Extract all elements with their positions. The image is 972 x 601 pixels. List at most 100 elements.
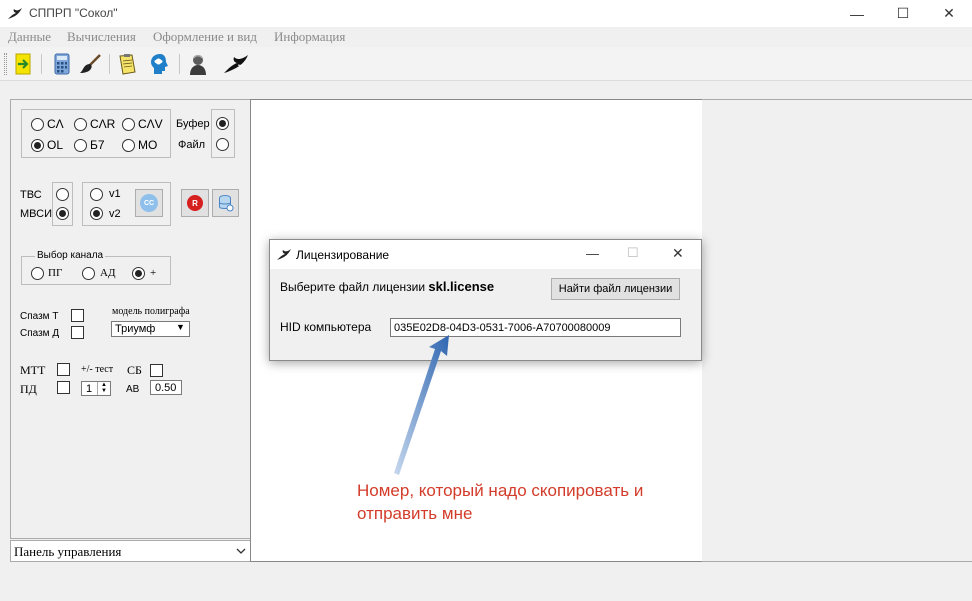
version-label-v2: v2 — [109, 208, 121, 220]
source-radio-file[interactable] — [216, 138, 229, 151]
exit-arrow-icon[interactable] — [12, 51, 36, 76]
pd-label: ПД — [20, 382, 37, 396]
database-button[interactable] — [212, 189, 239, 217]
license-file-name: skl.license — [428, 279, 495, 294]
version-radio-v1[interactable] — [90, 188, 103, 201]
dialog-title-bar: Лицензирование — ☐ ✕ — [270, 240, 701, 269]
window-title-bar: СППРП "Сокол" — ☐ ✕ — [0, 0, 972, 27]
mode-label-b7: Б7 — [90, 138, 105, 152]
brush-icon[interactable] — [79, 51, 103, 76]
toolbar-separator — [109, 54, 110, 74]
menu-calculations[interactable]: Вычисления — [67, 29, 136, 45]
panel-select-value: Панель управления — [14, 544, 122, 559]
version-radio-v2[interactable] — [90, 207, 103, 220]
toolbar-separator — [179, 54, 180, 74]
close-button[interactable]: ✕ — [926, 0, 972, 27]
source-radio-buffer[interactable] — [216, 117, 229, 130]
menu-information[interactable]: Информация — [274, 29, 345, 45]
method-label-tvs: ТВС — [20, 189, 42, 201]
hid-label: HID компьютера — [280, 320, 372, 334]
poly-model-value: Триумф — [115, 323, 156, 335]
mode-label-clr: CΛR — [90, 117, 116, 131]
mode-label-ol: OL — [47, 138, 64, 152]
channel-label-plus: + — [150, 267, 157, 279]
mtt-label: МТТ — [20, 363, 46, 377]
calculator-icon[interactable] — [50, 51, 74, 76]
ab-input[interactable]: 0.50 — [150, 380, 182, 395]
test-label: +/- тест — [81, 364, 114, 375]
mode-radio-clv[interactable] — [122, 118, 135, 131]
dialog-minimize-button[interactable]: — — [586, 246, 599, 261]
dialog-title: Лицензирование — [296, 248, 390, 262]
channel-label-pg: ПГ — [48, 267, 63, 279]
ab-value: 0.50 — [155, 382, 177, 394]
annotation-note: Номер, который надо скопировать и отправ… — [357, 479, 643, 525]
falcon-icon[interactable] — [222, 51, 250, 76]
find-license-button[interactable]: Найти файл лицензии — [551, 278, 680, 300]
stepper-arrows[interactable]: ▲ ▼ — [97, 382, 110, 395]
falcon-logo-icon — [8, 8, 22, 19]
mode-radio-clr[interactable] — [74, 118, 87, 131]
toolbar-grip — [4, 53, 7, 75]
sb-checkbox[interactable] — [150, 364, 163, 377]
source-label-buffer: Буфер — [176, 118, 210, 130]
minimize-button[interactable]: — — [834, 0, 880, 27]
database-icon — [218, 195, 233, 212]
mode-label-cl: CΛ — [47, 117, 64, 131]
annotation-arrow-icon — [394, 335, 449, 475]
window-title: СППРП "Сокол" — [29, 6, 118, 20]
menu-data[interactable]: Данные — [8, 29, 51, 45]
chevron-down-icon — [236, 548, 246, 554]
spasm-d-label: Спазм Д — [20, 328, 60, 339]
record-button[interactable]: R — [181, 189, 209, 217]
channel-stepper[interactable]: 1 ▲ ▼ — [81, 381, 111, 396]
cc-icon: CC — [140, 194, 158, 212]
spasm-t-checkbox[interactable] — [71, 309, 84, 322]
mode-label-clv: CΛV — [138, 117, 163, 131]
menu-design-view[interactable]: Оформление и вид — [153, 29, 257, 45]
brain-head-icon[interactable] — [148, 51, 172, 76]
stepper-value: 1 — [86, 383, 93, 395]
channel-radio-plus[interactable] — [132, 267, 145, 280]
license-prompt: Выберите файл лицензии skl.license — [280, 279, 495, 294]
cc-button[interactable]: CC — [135, 189, 163, 217]
mode-radio-b7[interactable] — [74, 139, 87, 152]
right-panel — [702, 99, 972, 562]
spasm-d-checkbox[interactable] — [71, 326, 84, 339]
chevron-down-icon: ▼ — [176, 322, 185, 332]
ab-label: АВ — [126, 384, 140, 395]
spasm-t-label: Спазм Т — [20, 311, 59, 322]
menu-bar — [0, 27, 972, 46]
licensing-dialog: Лицензирование — ☐ ✕ Выберите файл лицен… — [269, 239, 702, 361]
person-icon[interactable] — [186, 51, 210, 76]
source-label-file: Файл — [178, 139, 206, 151]
pd-checkbox[interactable] — [57, 381, 70, 394]
dialog-close-button[interactable]: ✕ — [672, 245, 684, 262]
record-icon: R — [187, 195, 203, 211]
mode-label-mo: MO — [138, 138, 158, 152]
channel-group-title: Выбор канала — [35, 250, 106, 261]
annotation-line-2: отправить мне — [357, 504, 473, 523]
method-radio-mvsi[interactable] — [56, 207, 69, 220]
method-label-mvsi: МВСИ — [20, 208, 52, 220]
poly-model-select[interactable]: Триумф ▼ — [111, 321, 190, 337]
poly-model-label: модель полиграфа — [112, 306, 190, 317]
version-label-v1: v1 — [109, 188, 121, 200]
mtt-checkbox[interactable] — [57, 363, 70, 376]
channel-radio-ad[interactable] — [82, 267, 95, 280]
panel-select[interactable]: Панель управления — [10, 540, 251, 562]
dialog-maximize-button[interactable]: ☐ — [627, 245, 639, 261]
channel-radio-pg[interactable] — [31, 267, 44, 280]
sb-label: СБ — [127, 363, 142, 377]
method-radio-tvs[interactable] — [56, 188, 69, 201]
channel-label-ad: АД — [100, 267, 116, 279]
maximize-button[interactable]: ☐ — [880, 0, 926, 27]
mode-radio-mo[interactable] — [122, 139, 135, 152]
toolbar — [0, 47, 972, 81]
notepad-icon[interactable] — [115, 51, 139, 76]
falcon-logo-icon — [277, 249, 291, 260]
toolbar-separator — [41, 54, 42, 74]
mode-radio-cl[interactable] — [31, 118, 44, 131]
mode-radio-ol[interactable] — [31, 139, 44, 152]
annotation-line-1: Номер, который надо скопировать и — [357, 481, 644, 500]
